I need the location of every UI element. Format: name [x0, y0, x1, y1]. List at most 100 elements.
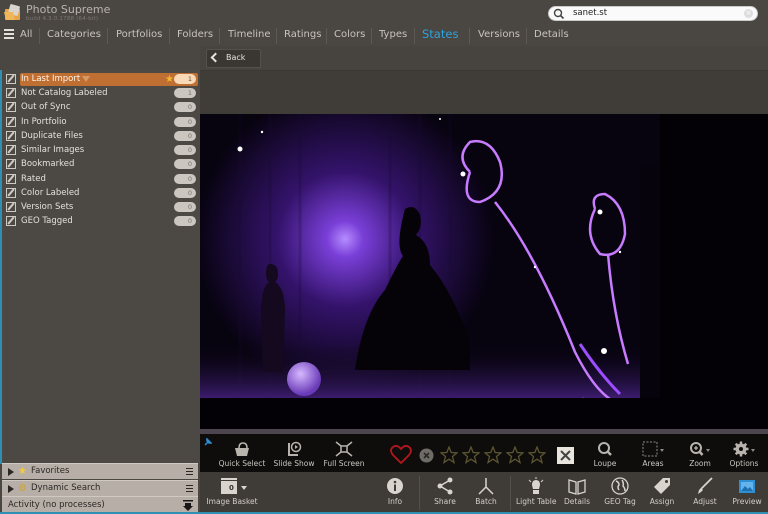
expand-arrow-icon[interactable]	[8, 485, 14, 493]
full-screen-label: Full Screen	[323, 459, 365, 468]
options-label: Options	[729, 459, 759, 468]
filter-icon[interactable]	[82, 76, 90, 82]
hamburger-menu-icon[interactable]	[4, 29, 14, 39]
state-item-bookmarked[interactable]: Bookmarked 0	[4, 158, 198, 171]
state-item-version-sets[interactable]: Version Sets 0	[4, 201, 198, 214]
tab-versions[interactable]: Versions	[478, 29, 520, 40]
light-table-button[interactable]: Light Table	[516, 477, 557, 506]
areas-label: Areas	[642, 459, 664, 468]
state-label: GEO Tagged	[21, 216, 73, 226]
pin-icon[interactable]	[204, 438, 212, 446]
image-viewer[interactable]	[200, 114, 768, 434]
tab-details[interactable]: Details	[534, 29, 569, 40]
tab-ratings[interactable]: Ratings	[284, 29, 321, 40]
image-basket-button[interactable]: 0 Image Basket	[204, 477, 260, 506]
tab-folders[interactable]: Folders	[177, 29, 213, 40]
viewer-toolbar: Quick Select Slide Show Full Screen Loup…	[200, 434, 768, 472]
edit-checkbox-icon[interactable]	[6, 74, 16, 84]
tab-colors[interactable]: Colors	[334, 29, 365, 40]
state-item-out-of-sync[interactable]: Out of Sync 0	[4, 101, 198, 114]
tab-all[interactable]: All	[20, 29, 32, 40]
edit-checkbox-icon[interactable]	[6, 216, 16, 226]
info-button[interactable]: Info	[380, 477, 410, 506]
edit-checkbox-icon[interactable]	[6, 174, 16, 184]
slide-show-button[interactable]: Slide Show	[270, 441, 318, 468]
quick-select-button[interactable]: Quick Select	[218, 441, 266, 468]
edit-checkbox-icon[interactable]	[6, 131, 16, 141]
edit-checkbox-icon[interactable]	[6, 102, 16, 112]
rating-star-icon[interactable]	[528, 446, 546, 464]
full-screen-icon	[335, 441, 353, 457]
options-button[interactable]: Options	[727, 441, 761, 468]
rating-star-icon[interactable]	[440, 446, 458, 464]
brush-icon	[698, 477, 713, 494]
rating-star-icon[interactable]	[506, 446, 524, 464]
back-button[interactable]: Back	[206, 49, 261, 68]
state-item-geo-tagged[interactable]: GEO Tagged 0	[4, 215, 198, 228]
preview-button[interactable]: Preview	[731, 477, 763, 506]
state-item-rated[interactable]: Rated 0	[4, 173, 198, 186]
edit-checkbox-icon[interactable]	[6, 202, 16, 212]
tab-categories[interactable]: Categories	[47, 29, 101, 40]
preview-image	[200, 114, 768, 434]
panel-menu-icon[interactable]	[186, 485, 193, 494]
light-table-label: Light Table	[516, 497, 557, 506]
back-label: Back	[226, 53, 246, 62]
state-item-in-last-import[interactable]: In Last Import ★ 1	[4, 73, 198, 86]
download-icon[interactable]	[183, 500, 193, 511]
edit-checkbox-icon[interactable]	[6, 88, 16, 98]
tab-types[interactable]: Types	[379, 29, 407, 40]
edit-checkbox-icon[interactable]	[6, 188, 16, 198]
tab-divider	[371, 28, 372, 44]
image-basket-label: Image Basket	[206, 497, 258, 506]
state-item-similar-images[interactable]: Similar Images 0	[4, 144, 198, 157]
tab-portfolios[interactable]: Portfolios	[116, 29, 162, 40]
rating-star-icon[interactable]	[462, 446, 480, 464]
rating-star-icon[interactable]	[484, 446, 502, 464]
tab-timeline[interactable]: Timeline	[228, 29, 271, 40]
assign-button[interactable]: Assign	[647, 477, 677, 506]
state-item-duplicate-files[interactable]: Duplicate Files 0	[4, 130, 198, 143]
panel-menu-icon[interactable]	[186, 468, 193, 477]
tab-states[interactable]: States	[422, 27, 458, 41]
search-icon[interactable]	[553, 8, 565, 20]
areas-button[interactable]: Areas	[636, 441, 670, 468]
adjust-label: Adjust	[693, 497, 717, 506]
share-button[interactable]: Share	[430, 477, 460, 506]
tab-divider	[526, 28, 527, 44]
loupe-icon	[598, 442, 612, 456]
favorites-panel-header[interactable]: ★ Favorites	[2, 463, 198, 479]
edit-checkbox-icon[interactable]	[6, 159, 16, 169]
details-button[interactable]: Details	[562, 477, 592, 506]
favorite-star-icon[interactable]: ★	[165, 73, 174, 86]
geo-tag-button[interactable]: GEO Tag	[602, 477, 638, 506]
edit-checkbox-icon[interactable]	[6, 145, 16, 155]
expand-arrow-icon[interactable]	[8, 468, 14, 476]
heart-icon[interactable]	[390, 445, 412, 465]
loupe-label: Loupe	[593, 459, 617, 468]
state-label: Version Sets	[21, 202, 74, 212]
state-count-badge: 1	[174, 74, 196, 84]
state-item-in-portfolio[interactable]: In Portfolio 0	[4, 116, 198, 129]
tab-divider	[276, 28, 277, 44]
loupe-button[interactable]: Loupe	[588, 441, 622, 468]
batch-button[interactable]: Batch	[471, 477, 501, 506]
slide-show-icon	[288, 441, 302, 456]
state-label: Rated	[21, 174, 46, 184]
edit-checkbox-icon[interactable]	[6, 117, 16, 127]
share-label: Share	[434, 497, 456, 506]
search-box[interactable]: sanet.st ×	[548, 6, 758, 21]
zoom-button[interactable]: Zoom	[683, 441, 717, 468]
state-item-not-catalog-labeled[interactable]: Not Catalog Labeled 1	[4, 87, 198, 100]
full-screen-button[interactable]: Full Screen	[320, 441, 368, 468]
dynamic-search-panel-header[interactable]: ⚙ Dynamic Search	[2, 480, 198, 496]
reject-icon[interactable]	[419, 448, 434, 463]
info-label: Info	[387, 497, 403, 506]
clear-search-icon[interactable]: ×	[744, 9, 753, 18]
search-input[interactable]: sanet.st	[573, 8, 607, 18]
light-bulb-icon	[528, 477, 544, 494]
chevron-left-icon	[210, 52, 221, 63]
adjust-button[interactable]: Adjust	[690, 477, 720, 506]
clear-rating-icon[interactable]	[557, 447, 574, 464]
state-item-color-labeled[interactable]: Color Labeled 0	[4, 187, 198, 200]
